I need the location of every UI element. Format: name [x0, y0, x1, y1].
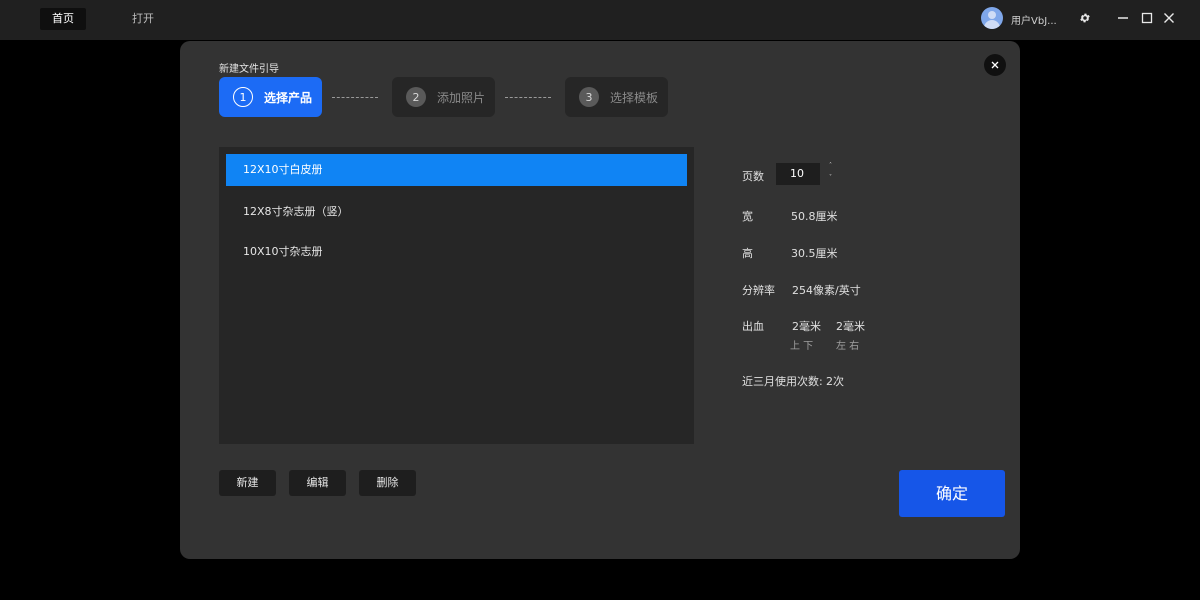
- username[interactable]: 用户VbJ...: [1011, 12, 1057, 27]
- height-label: 高: [742, 247, 753, 260]
- bleed-vertical-sublabel: 上 下: [790, 341, 814, 352]
- usage-value: 2次: [826, 375, 844, 388]
- title-bar: 首页 打开 用户VbJ...: [0, 0, 1200, 40]
- spin-up-icon[interactable]: ˄: [829, 162, 832, 169]
- close-window-icon[interactable]: [1160, 9, 1178, 27]
- step-add-photos[interactable]: 2 添加照片: [392, 77, 495, 117]
- delete-button[interactable]: 删除: [359, 470, 416, 496]
- step-number: 3: [579, 87, 599, 107]
- dialog-title: 新建文件引导: [219, 64, 279, 75]
- product-list-item[interactable]: 12X10寸白皮册: [226, 154, 687, 186]
- tab-home[interactable]: 首页: [40, 8, 86, 30]
- bleed-horizontal-value: 2毫米: [836, 320, 865, 333]
- dialog-close-button[interactable]: [984, 54, 1006, 76]
- product-list: 12X10寸白皮册 12X8寸杂志册（竖） 10X10寸杂志册: [219, 147, 694, 444]
- step-label: 选择产品: [264, 90, 313, 105]
- usage-label: 近三月使用次数:: [742, 375, 823, 388]
- bleed-horizontal-sublabel: 左 右: [836, 341, 860, 352]
- resolution-value: 254像素/英寸: [792, 284, 861, 297]
- new-button[interactable]: 新建: [219, 470, 276, 496]
- step-connector: [332, 97, 378, 98]
- step-connector: [505, 97, 551, 98]
- bleed-vertical-value: 2毫米: [792, 320, 821, 333]
- edit-button[interactable]: 编辑: [289, 470, 346, 496]
- step-select-product[interactable]: 1 选择产品: [219, 77, 322, 117]
- step-select-template[interactable]: 3 选择模板: [565, 77, 668, 117]
- resolution-label: 分辨率: [742, 284, 775, 297]
- step-label: 选择模板: [610, 90, 659, 105]
- avatar-body-shape: [984, 20, 1000, 29]
- avatar-head-shape: [988, 11, 996, 19]
- gear-icon[interactable]: [1076, 9, 1094, 27]
- minimize-icon[interactable]: [1114, 9, 1132, 27]
- maximize-icon[interactable]: [1138, 9, 1156, 27]
- confirm-button[interactable]: 确定: [899, 470, 1005, 517]
- product-list-item[interactable]: 10X10寸杂志册: [226, 236, 687, 268]
- pages-input[interactable]: 10: [776, 163, 820, 185]
- step-number: 1: [233, 87, 253, 107]
- step-label: 添加照片: [437, 90, 486, 105]
- spin-down-icon[interactable]: ˅: [829, 174, 832, 181]
- bleed-label: 出血: [742, 320, 764, 333]
- close-icon: [991, 61, 999, 69]
- step-number: 2: [406, 87, 426, 107]
- new-file-dialog: 新建文件引导 1 选择产品 2 添加照片 3 选择模板 12X10寸白皮册 12…: [180, 41, 1020, 559]
- pages-label: 页数: [742, 170, 764, 183]
- tab-open[interactable]: 打开: [122, 8, 164, 30]
- avatar[interactable]: [981, 7, 1003, 29]
- product-list-item[interactable]: 12X8寸杂志册（竖）: [226, 196, 687, 228]
- width-label: 宽: [742, 210, 753, 223]
- height-value: 30.5厘米: [791, 247, 838, 260]
- width-value: 50.8厘米: [791, 210, 838, 223]
